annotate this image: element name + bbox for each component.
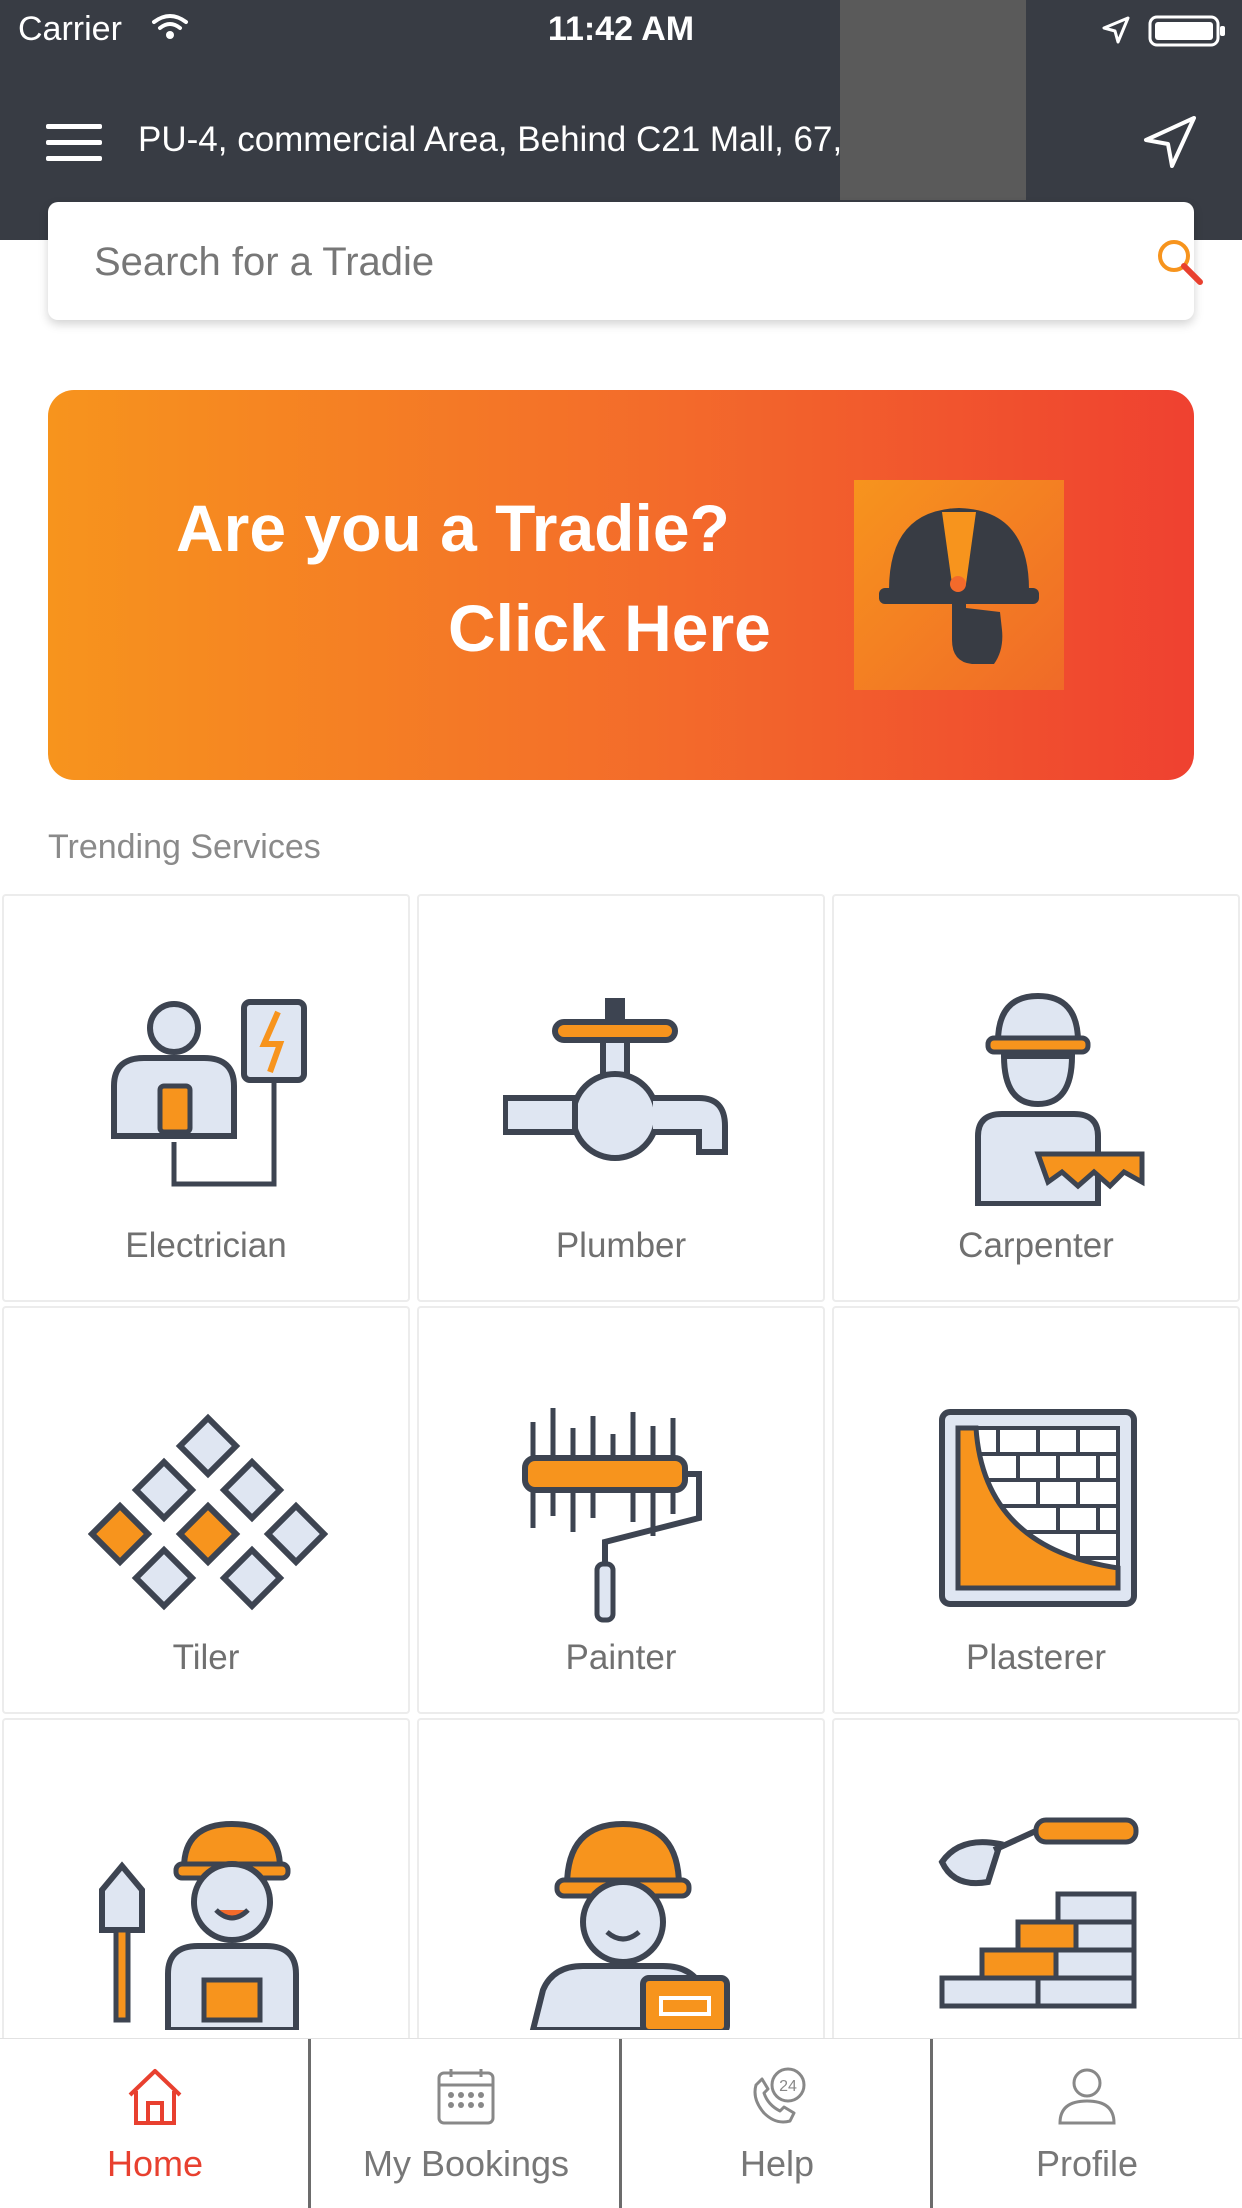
svg-text:24: 24	[779, 2078, 797, 2095]
tab-help[interactable]: 24 Help	[622, 2039, 932, 2208]
tab-label: Help	[739, 2143, 815, 2184]
service-label: Electrician	[125, 1226, 287, 1265]
support-24-icon: 24	[753, 2067, 806, 2124]
plasterer-icon	[939, 1409, 1137, 1607]
service-tile-plasterer[interactable]: Plasterer	[832, 1306, 1240, 1714]
banner-image	[854, 480, 1064, 690]
banner-headline: Are you a Tradie?	[176, 491, 730, 565]
redaction-block	[840, 0, 1026, 200]
service-tile-painter[interactable]: Painter	[417, 1306, 825, 1714]
search-bar[interactable]	[48, 202, 1203, 320]
service-tile-plumber[interactable]: Plumber	[417, 894, 825, 1302]
navigate-icon[interactable]	[1140, 112, 1200, 172]
bottom-tab-bar: Home My Bookings 24 Help Profile	[0, 2038, 1242, 2208]
service-label: Tiler	[172, 1638, 240, 1677]
tradie-signup-banner[interactable]: Are you a Tradie? Click Here	[48, 390, 1194, 780]
hamburger-menu-icon[interactable]	[46, 124, 102, 164]
tab-profile[interactable]: Profile	[932, 2039, 1242, 2208]
tab-label: Profile	[1035, 2143, 1139, 2184]
user-icon	[1058, 2068, 1116, 2125]
search-input[interactable]	[94, 232, 994, 292]
tab-home[interactable]: Home	[0, 2039, 310, 2208]
status-bar: Carrier 11:42 AM	[0, 0, 1242, 60]
tiler-icon	[88, 1413, 328, 1611]
battery-technician-icon	[529, 1820, 730, 2030]
service-label: Carpenter	[958, 1226, 1114, 1265]
calendar-icon	[437, 2069, 495, 2125]
section-title: Trending Services	[48, 828, 321, 866]
battery-icon	[1148, 15, 1225, 47]
service-tile-tiler[interactable]: Tiler	[2, 1306, 410, 1714]
gardener-worker-icon	[99, 1820, 299, 2030]
painter-icon	[522, 1408, 702, 1623]
search-icon[interactable]	[1154, 236, 1206, 288]
service-tile-electrician[interactable]: Electrician	[2, 894, 410, 1302]
home-icon	[128, 2069, 182, 2125]
hardhat-tap-icon	[879, 508, 1039, 664]
tab-my-bookings[interactable]: My Bookings	[311, 2039, 621, 2208]
banner-cta: Click Here	[448, 591, 771, 665]
service-tile-carpenter[interactable]: Carpenter	[832, 894, 1240, 1302]
electrician-icon	[111, 999, 307, 1187]
carpenter-icon	[975, 992, 1145, 1206]
service-label: Plumber	[555, 1226, 687, 1265]
tab-label: My Bookings	[362, 2143, 570, 2184]
bricklayer-icon	[938, 1817, 1139, 2009]
status-time: 11:42 AM	[547, 10, 695, 48]
location-arrow-icon	[1102, 16, 1130, 44]
service-label: Painter	[565, 1638, 677, 1677]
plumber-icon	[503, 998, 728, 1161]
service-label: Plasterer	[965, 1638, 1107, 1677]
tab-label: Home	[106, 2143, 204, 2184]
